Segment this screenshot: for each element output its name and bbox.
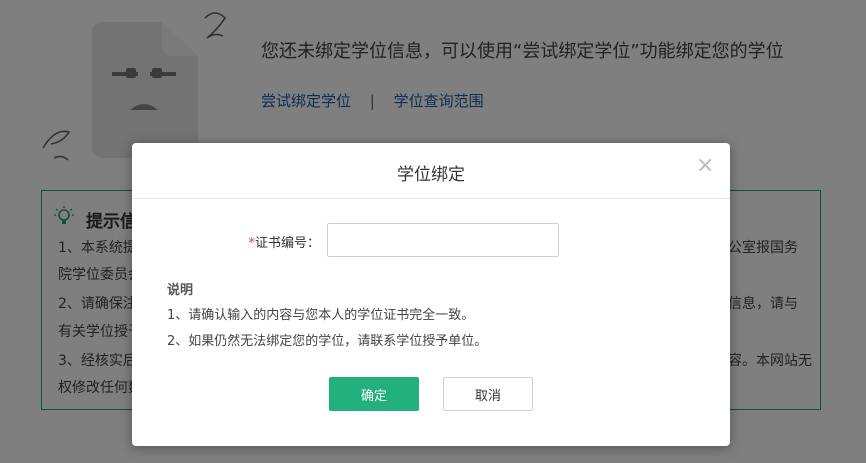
degree-binding-dialog: 学位绑定 × *证书编号： 说明 1、请确认输入的内容与您本人的学位证书完全一致… xyxy=(132,143,730,446)
cert-number-input[interactable] xyxy=(327,223,559,257)
dialog-title: 学位绑定 xyxy=(397,165,465,185)
instructions: 说明 1、请确认输入的内容与您本人的学位证书完全一致。 2、如果仍然无法绑定您的… xyxy=(167,279,487,356)
close-icon[interactable]: × xyxy=(696,155,714,177)
confirm-button[interactable]: 确定 xyxy=(329,377,419,411)
cert-number-row: *证书编号： xyxy=(132,223,730,257)
instructions-title: 说明 xyxy=(167,283,194,298)
cancel-button[interactable]: 取消 xyxy=(443,377,533,411)
cert-number-label: *证书编号： xyxy=(248,232,320,251)
cert-number-label-text: 证书编号： xyxy=(254,236,320,251)
dialog-header: 学位绑定 × xyxy=(132,143,730,199)
instruction-item: 2、如果仍然无法绑定您的学位，请联系学位授予单位。 xyxy=(167,334,488,349)
instruction-item: 1、请确认输入的内容与您本人的学位证书完全一致。 xyxy=(167,308,475,323)
